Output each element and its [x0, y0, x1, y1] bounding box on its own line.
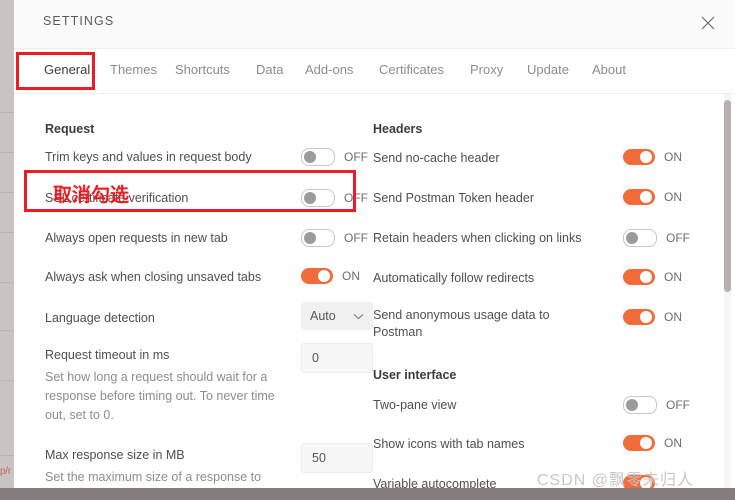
- toggle-track: [623, 309, 655, 325]
- toggle-state-label: ON: [664, 436, 682, 450]
- group-title-headers: Headers: [373, 122, 423, 136]
- backdrop-divider: [0, 455, 15, 456]
- toggle-track: [623, 475, 655, 488]
- toggle-track: [623, 229, 657, 247]
- setting-label-follow-redirects: Automatically follow redirects: [373, 271, 535, 285]
- toggle-knob: [640, 311, 652, 323]
- setting-label-show-icons-tab-names: Show icons with tab names: [373, 437, 525, 451]
- toggle-state-label: OFF: [344, 231, 368, 245]
- tab-update[interactable]: Update: [527, 62, 569, 77]
- setting-label-anonymous-usage-data: Send anonymous usage data to Postman: [373, 308, 550, 339]
- toggle-no-cache-header[interactable]: ON: [623, 149, 682, 165]
- tab-add-ons[interactable]: Add-ons: [305, 62, 353, 77]
- setting-label-max-response-size: Max response size in MB: [45, 448, 185, 462]
- toggle-state-label: ON: [664, 310, 682, 324]
- toggle-track: [301, 148, 335, 166]
- select-value: Auto: [310, 309, 336, 323]
- tab-data[interactable]: Data: [256, 62, 283, 77]
- toggle-knob: [304, 151, 316, 163]
- toggle-track: [301, 229, 335, 247]
- group-title-user-interface: User interface: [373, 368, 457, 382]
- toggle-knob: [640, 191, 652, 203]
- setting-label-open-new-tab: Always open requests in new tab: [45, 231, 228, 245]
- setting-label-trim-keys: Trim keys and values in request body: [45, 150, 252, 164]
- backdrop-divider: [0, 330, 15, 331]
- content-scrollbar-thumb[interactable]: [724, 100, 731, 292]
- toggle-retain-headers[interactable]: OFF: [623, 229, 690, 247]
- toggle-state-label: ON: [664, 270, 682, 284]
- tab-general[interactable]: General: [44, 62, 90, 77]
- bottom-status-bar: [0, 488, 735, 500]
- toggle-state-label: ON: [664, 190, 682, 204]
- toggle-track: [301, 189, 335, 207]
- setting-label-no-cache-header: Send no-cache header: [373, 151, 500, 165]
- setting-label-ssl-verification: SSL certificate verification: [45, 191, 189, 205]
- toggle-knob: [318, 270, 330, 282]
- toggle-knob: [304, 192, 316, 204]
- toggle-knob: [640, 271, 652, 283]
- setting-label-ask-closing-unsaved: Always ask when closing unsaved tabs: [45, 270, 262, 284]
- toggle-state-label: OFF: [666, 231, 690, 245]
- close-icon: [701, 16, 715, 30]
- backdrop-divider: [0, 112, 15, 113]
- chevron-down-icon: [353, 307, 364, 325]
- group-title-request: Request: [45, 122, 95, 136]
- tab-proxy[interactable]: Proxy: [470, 62, 503, 77]
- setting-label-postman-token-header: Send Postman Token header: [373, 191, 534, 205]
- toggle-knob: [626, 399, 638, 411]
- toggle-track: [301, 268, 333, 284]
- backdrop-divider: [0, 282, 15, 283]
- setting-label-variable-autocomplete: Variable autocomplete: [373, 477, 497, 488]
- toggle-state-label: OFF: [344, 191, 368, 205]
- toggle-track: [623, 435, 655, 451]
- request-timeout-input[interactable]: 0: [301, 343, 373, 373]
- toggle-knob: [626, 232, 638, 244]
- toggle-ask-closing-unsaved[interactable]: ON: [301, 268, 360, 284]
- toggle-state-label: OFF: [666, 398, 690, 412]
- setting-label-request-timeout: Request timeout in ms: [45, 348, 170, 362]
- tab-themes[interactable]: Themes: [110, 62, 157, 77]
- max-response-size-input[interactable]: 50: [301, 443, 373, 473]
- setting-desc-request-timeout: Set how long a request should wait for a…: [45, 370, 275, 422]
- toggle-follow-redirects[interactable]: ON: [623, 269, 682, 285]
- toggle-track: [623, 149, 655, 165]
- toggle-postman-token-header[interactable]: ON: [623, 189, 682, 205]
- settings-tabs: General Themes Shortcuts Data Add-ons Ce…: [14, 49, 735, 94]
- modal-header: SETTINGS: [14, 0, 735, 49]
- tab-shortcuts[interactable]: Shortcuts: [175, 62, 230, 77]
- toggle-state-label: ON: [342, 269, 360, 283]
- setting-label-retain-headers: Retain headers when clicking on links: [373, 231, 582, 245]
- toggle-state-label: OFF: [344, 150, 368, 164]
- settings-modal: SETTINGS General Themes Shortcuts Data A…: [14, 0, 735, 488]
- language-detection-select[interactable]: Auto: [301, 302, 373, 330]
- toggle-trim-keys[interactable]: OFF: [301, 148, 368, 166]
- settings-content: Request Trim keys and values in request …: [14, 94, 735, 488]
- toggle-track: [623, 189, 655, 205]
- tab-about[interactable]: About: [592, 62, 626, 77]
- backdrop-divider: [0, 232, 15, 233]
- toggle-knob: [640, 437, 652, 449]
- toggle-ssl-verification[interactable]: OFF: [301, 189, 368, 207]
- toggle-anonymous-usage-data[interactable]: ON: [623, 309, 682, 325]
- toggle-knob: [640, 477, 652, 488]
- toggle-state-label: ON: [664, 150, 682, 164]
- toggle-knob: [640, 151, 652, 163]
- backdrop-divider: [0, 380, 15, 381]
- setting-desc-max-response-size: Set the maximum size of a response to do…: [45, 470, 262, 484]
- tab-certificates[interactable]: Certificates: [379, 62, 444, 77]
- close-button[interactable]: [693, 8, 723, 38]
- page-title: SETTINGS: [43, 14, 115, 28]
- toggle-show-icons-tab-names[interactable]: ON: [623, 435, 682, 451]
- backdrop-divider: [0, 152, 15, 153]
- toggle-open-new-tab[interactable]: OFF: [301, 229, 368, 247]
- toggle-knob: [304, 232, 316, 244]
- toggle-two-pane-view[interactable]: OFF: [623, 396, 690, 414]
- toggle-track: [623, 396, 657, 414]
- toggle-variable-autocomplete[interactable]: [623, 475, 664, 488]
- backdrop-divider: [0, 192, 15, 193]
- setting-label-two-pane-view: Two-pane view: [373, 398, 457, 412]
- toggle-track: [623, 269, 655, 285]
- setting-label-language-detection: Language detection: [45, 311, 155, 325]
